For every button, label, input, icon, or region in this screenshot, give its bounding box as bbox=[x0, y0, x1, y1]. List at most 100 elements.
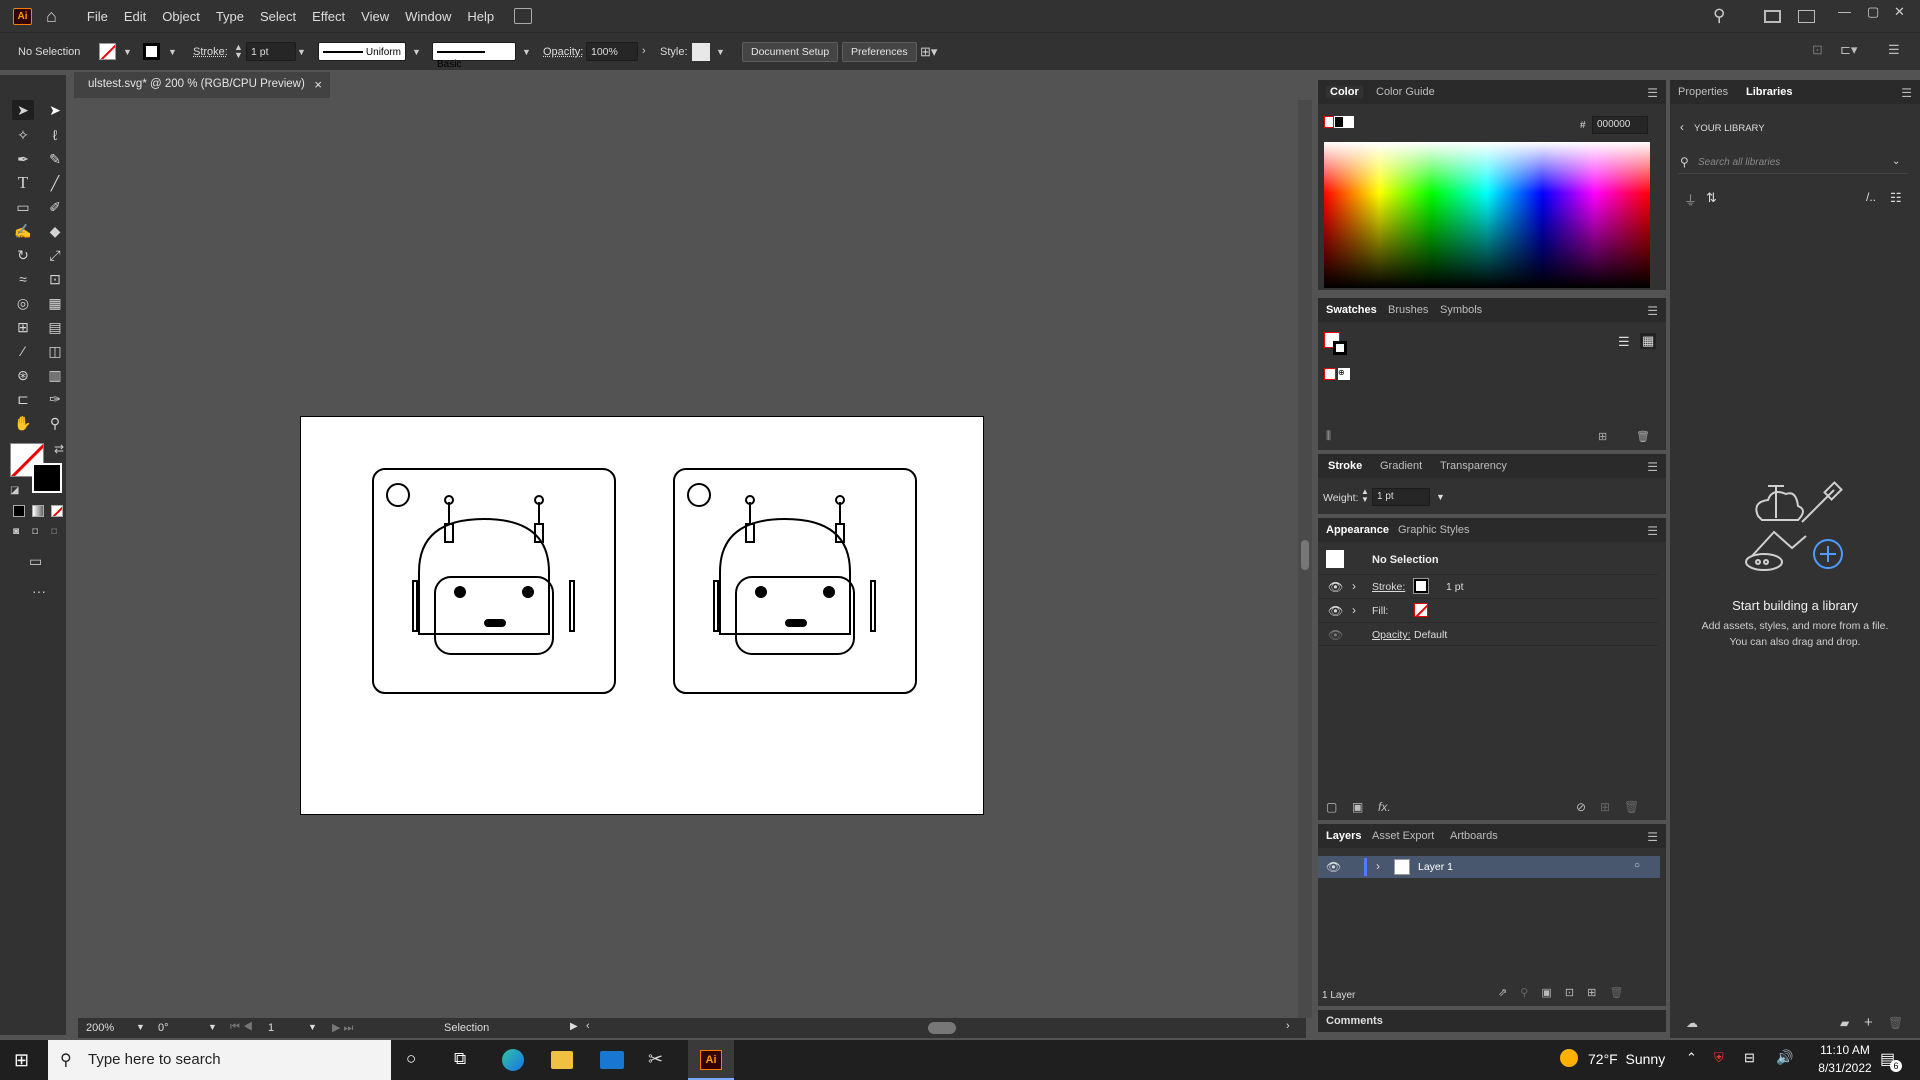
zoom-field[interactable]: 200% bbox=[86, 1022, 114, 1034]
stroke-color-icon[interactable] bbox=[32, 463, 62, 493]
menu-select[interactable]: Select bbox=[252, 9, 304, 24]
shape-builder-tool-icon[interactable]: ◎ bbox=[12, 293, 34, 313]
task-view-icon[interactable]: ⧉ bbox=[454, 1049, 466, 1069]
align-icon[interactable]: ⊡ bbox=[1812, 42, 1823, 58]
horizontal-scroll-left-icon[interactable]: ‹ bbox=[586, 1020, 590, 1032]
back-chevron-icon[interactable]: ‹ bbox=[1680, 120, 1684, 134]
mail-icon[interactable] bbox=[600, 1051, 624, 1069]
stroke-dropdown-icon[interactable]: ▼ bbox=[168, 47, 177, 57]
document-tab[interactable]: ulstest.svg* @ 200 % (RGB/CPU Preview) × bbox=[74, 72, 330, 98]
rotation-field[interactable]: 0° bbox=[158, 1022, 169, 1034]
swatch-libraries-icon[interactable]: ⫼ bbox=[1326, 430, 1331, 443]
horizontal-scroll-thumb[interactable] bbox=[928, 1022, 956, 1034]
add-stroke-icon[interactable]: ▢ bbox=[1326, 800, 1337, 814]
shaper-tool-icon[interactable]: ✍ bbox=[12, 221, 34, 241]
width-tool-icon[interactable]: ≈ bbox=[12, 269, 34, 289]
swatch-fill-stroke-icon[interactable] bbox=[1324, 332, 1348, 356]
opacity-field[interactable]: 100% bbox=[586, 42, 638, 61]
draw-normal-icon[interactable]: ◙ bbox=[13, 526, 19, 537]
tab-graphic-styles[interactable]: Graphic Styles bbox=[1398, 524, 1470, 536]
comments-panel-tab[interactable]: Comments bbox=[1318, 1010, 1666, 1032]
security-tray-icon[interactable]: ⛨ bbox=[1714, 1050, 1724, 1066]
profile-dropdown-icon[interactable]: ▼ bbox=[412, 47, 421, 57]
visibility-eye-icon[interactable]: 👁 bbox=[1328, 604, 1343, 618]
weight-stepper-icon[interactable]: ▲ ▼ bbox=[1361, 488, 1369, 504]
swatch-registration[interactable]: ⊕ bbox=[1338, 368, 1350, 380]
layer-target-icon[interactable]: ○ bbox=[1634, 860, 1640, 871]
line-tool-icon[interactable]: ╱ bbox=[44, 173, 66, 193]
appearance-row-fill[interactable]: 👁 › Fill: bbox=[1318, 598, 1658, 622]
rotation-dropdown-icon[interactable]: ▼ bbox=[208, 1022, 217, 1032]
libraries-panel-menu-icon[interactable]: ☰ bbox=[1901, 86, 1912, 100]
cloud-sync-icon[interactable]: ☁ bbox=[1686, 1016, 1698, 1030]
add-asset-icon[interactable]: + bbox=[1864, 1014, 1873, 1031]
draw-behind-icon[interactable]: ◘ bbox=[32, 526, 38, 537]
pinned-app-icon[interactable]: ✂ bbox=[648, 1049, 663, 1070]
stroke-weight-dropdown-icon[interactable]: ▼ bbox=[297, 47, 306, 57]
delete-swatch-icon[interactable]: 🗑 bbox=[1636, 430, 1650, 443]
new-swatch-icon[interactable]: ⊞ bbox=[1598, 430, 1607, 443]
robot-icon-left[interactable] bbox=[372, 468, 616, 694]
tab-asset-export[interactable]: Asset Export bbox=[1372, 830, 1434, 842]
add-fill-icon[interactable]: ▣ bbox=[1352, 800, 1363, 814]
preferences-button[interactable]: Preferences bbox=[842, 42, 917, 62]
transform-icon[interactable]: ⊏▾ bbox=[1840, 42, 1857, 58]
robot-icon-right[interactable] bbox=[673, 468, 917, 694]
horizontal-scroll-right-icon[interactable]: › bbox=[1286, 1020, 1290, 1032]
library-edit-icon[interactable]: /.. bbox=[1866, 190, 1876, 204]
locate-object-icon[interactable]: ⚲ bbox=[1520, 987, 1528, 999]
library-dropdown-icon[interactable]: ⌄ bbox=[1892, 156, 1900, 167]
weight-dropdown-icon[interactable]: ▼ bbox=[1436, 492, 1445, 502]
show-hidden-icons-icon[interactable]: ⌃ bbox=[1686, 1050, 1697, 1066]
artboard-next-icon[interactable]: ▶ ⏭ bbox=[332, 1021, 353, 1035]
tab-gradient[interactable]: Gradient bbox=[1380, 460, 1422, 472]
menu-edit[interactable]: Edit bbox=[116, 9, 154, 24]
layer-expand-chevron-icon[interactable]: › bbox=[1376, 859, 1380, 873]
tab-properties[interactable]: Properties bbox=[1678, 86, 1728, 98]
weather-icon[interactable] bbox=[1560, 1049, 1578, 1067]
stroke-swatch[interactable] bbox=[143, 43, 160, 60]
pen-tool-icon[interactable]: ✒ bbox=[12, 149, 34, 169]
maximize-button[interactable]: ▢ bbox=[1867, 4, 1879, 20]
file-explorer-icon[interactable] bbox=[551, 1051, 573, 1069]
windows-start-icon[interactable]: ⊞ bbox=[14, 1050, 29, 1071]
appearance-row-stroke[interactable]: 👁 › Stroke: 1 pt bbox=[1318, 574, 1658, 598]
delete-item-icon[interactable]: 🗑 bbox=[1624, 800, 1639, 814]
clock-date[interactable]: 8/31/2022 bbox=[1810, 1061, 1880, 1075]
perspective-grid-tool-icon[interactable]: ▦ bbox=[44, 293, 66, 313]
edge-icon[interactable] bbox=[502, 1049, 524, 1071]
layer-name[interactable]: Layer 1 bbox=[1418, 861, 1453, 873]
clipping-mask-icon[interactable]: ▣ bbox=[1541, 987, 1551, 999]
delete-layer-icon[interactable]: 🗑 bbox=[1609, 987, 1623, 999]
delete-asset-icon[interactable]: 🗑 bbox=[1888, 1016, 1903, 1030]
new-layer-icon[interactable]: ⊞ bbox=[1587, 987, 1596, 999]
stroke-label[interactable]: Stroke: bbox=[193, 46, 228, 58]
control-menu-icon[interactable]: ☰ bbox=[1888, 42, 1900, 58]
export-icon[interactable]: ⇗ bbox=[1498, 987, 1507, 999]
clear-appearance-icon[interactable]: ⊘ bbox=[1576, 800, 1586, 814]
stroke-weight-field[interactable]: 1 pt bbox=[246, 42, 296, 61]
appearance-fill-label[interactable]: Fill: bbox=[1372, 605, 1388, 617]
magic-wand-tool-icon[interactable]: ✧ bbox=[12, 125, 34, 145]
tab-libraries[interactable]: Libraries bbox=[1746, 86, 1792, 98]
zoom-tool-icon[interactable]: ⚲ bbox=[44, 413, 66, 433]
color-mode-icon[interactable] bbox=[13, 505, 25, 517]
network-icon[interactable]: ⊟ bbox=[1744, 1050, 1755, 1066]
appearance-fill-swatch[interactable] bbox=[1414, 603, 1428, 617]
close-button[interactable]: ✕ bbox=[1894, 4, 1905, 20]
add-effect-icon[interactable]: fx. bbox=[1378, 800, 1391, 814]
artboard-tool-icon[interactable]: ⊏ bbox=[12, 389, 34, 409]
visibility-eye-icon[interactable]: 👁 bbox=[1328, 628, 1343, 642]
swatches-panel-menu-icon[interactable]: ☰ bbox=[1647, 304, 1658, 318]
zoom-dropdown-icon[interactable]: ▼ bbox=[136, 1022, 145, 1032]
opacity-expand-icon[interactable]: › bbox=[642, 45, 646, 57]
appearance-row-opacity[interactable]: 👁 Opacity: Default bbox=[1318, 622, 1658, 646]
color-spectrum[interactable] bbox=[1324, 142, 1650, 288]
menu-object[interactable]: Object bbox=[154, 9, 208, 24]
workspace-icon[interactable] bbox=[1764, 10, 1781, 23]
minimize-button[interactable]: — bbox=[1838, 4, 1851, 19]
tab-appearance[interactable]: Appearance bbox=[1326, 524, 1389, 536]
stroke-stepper-icon[interactable]: ▲ ▼ bbox=[234, 43, 243, 60]
list-view-icon[interactable]: ☰ bbox=[1618, 334, 1630, 350]
brush-dropdown-icon[interactable]: ▼ bbox=[522, 47, 531, 57]
